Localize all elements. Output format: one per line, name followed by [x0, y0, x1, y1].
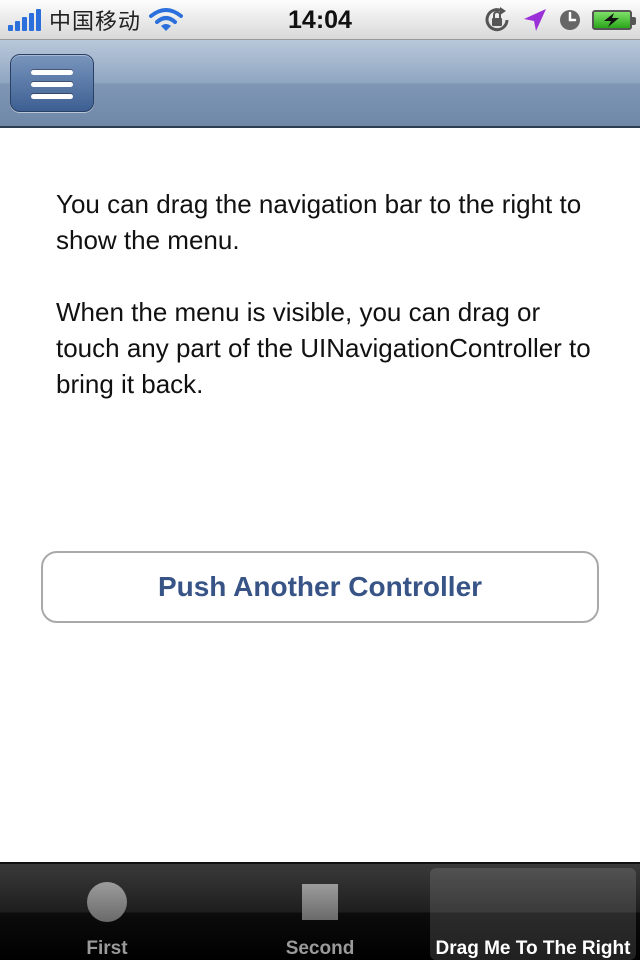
menu-button[interactable] [10, 54, 94, 112]
rotation-lock-icon [485, 7, 509, 32]
location-icon [524, 9, 546, 31]
tab-first-label: First [86, 938, 128, 959]
tab-bar: First Second Drag Me To The Right [0, 862, 640, 960]
instruction-paragraph-1: You can drag the navigation bar to the r… [56, 189, 582, 255]
tab-second-label: Second [285, 938, 355, 959]
hamburger-menu-icon-bar [31, 82, 73, 87]
tab-drag-me[interactable]: Drag Me To The Right [430, 868, 636, 960]
hamburger-menu-icon-bar [31, 94, 73, 99]
tab-drag-me-label: Drag Me To The Right [435, 938, 631, 959]
push-another-controller-button[interactable]: Push Another Controller [41, 551, 599, 623]
circle-icon [87, 882, 127, 922]
square-icon [302, 884, 338, 920]
charging-bolt-icon [604, 13, 619, 27]
status-bar: 中国移动 14:04 [0, 0, 640, 40]
tab-first[interactable]: First [2, 868, 212, 960]
hamburger-menu-icon [31, 70, 73, 75]
alarm-icon [560, 10, 580, 30]
instructions: You can drag the navigation bar to the r… [56, 186, 596, 438]
instruction-paragraph-2: When the menu is visible, you can drag o… [56, 297, 591, 399]
status-right [482, 0, 636, 40]
tab-second[interactable]: Second [215, 868, 425, 960]
navigation-bar[interactable] [0, 40, 640, 128]
battery-icon [592, 10, 636, 30]
